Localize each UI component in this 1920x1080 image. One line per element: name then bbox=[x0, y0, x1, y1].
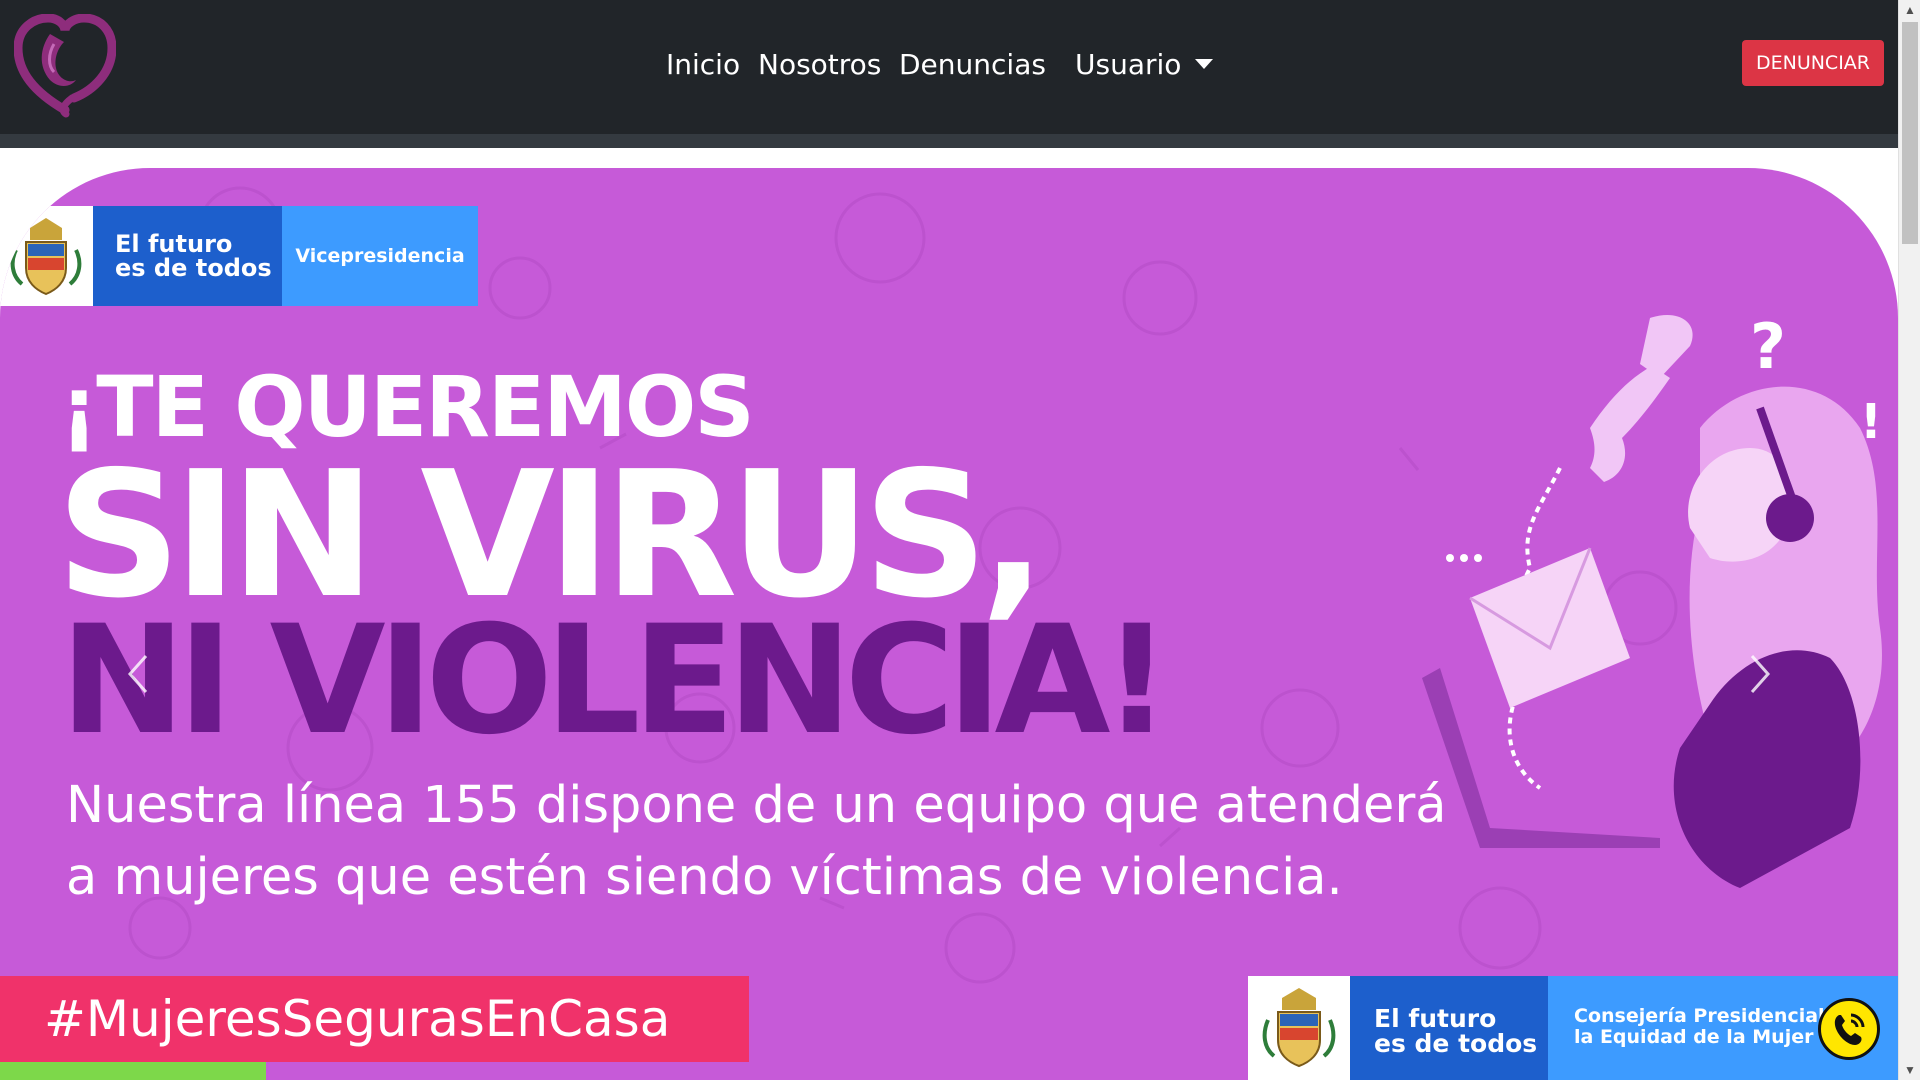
carousel-prev-chevron-icon[interactable] bbox=[116, 644, 166, 704]
page-scrollbar[interactable]: ▲ ▼ bbox=[1898, 0, 1920, 1080]
gov-top-slogan-line2: es de todos bbox=[115, 254, 272, 282]
gov-top-vicepresidencia: Vicepresidencia bbox=[282, 206, 478, 306]
scroll-thumb[interactable] bbox=[1902, 22, 1918, 244]
denunciar-button[interactable]: DENUNCIAR bbox=[1742, 40, 1884, 86]
nav-inicio[interactable]: Inicio bbox=[666, 40, 740, 90]
caret-down-icon bbox=[1195, 59, 1214, 69]
hashtag-banner: #MujeresSegurasEnCasa bbox=[0, 976, 749, 1062]
woman-operator-illustration: ? ! bbox=[1422, 310, 1882, 888]
nav-usuario-label: Usuario bbox=[1075, 48, 1182, 81]
headline-ni-violencia: NI VIOLENCIA! bbox=[60, 594, 1171, 768]
hero-carousel-slide: El futuro es de todos Vicepresidencia ¡T… bbox=[0, 168, 1898, 1080]
gov-top-slogan: El futuro es de todos bbox=[93, 206, 282, 306]
colombia-shield-icon bbox=[1248, 976, 1350, 1080]
nav-links: Inicio Nosotros Denuncias Usuario bbox=[0, 40, 1898, 90]
gov-bottom-logo: El futuro es de todos Consejería Preside… bbox=[1248, 976, 1898, 1080]
scroll-down-arrow-icon[interactable]: ▼ bbox=[1899, 1060, 1920, 1080]
gov-bottom-slogan-line1: El futuro bbox=[1374, 1004, 1497, 1033]
carousel-next-chevron-icon[interactable] bbox=[1732, 644, 1782, 704]
svg-text:?: ? bbox=[1750, 310, 1786, 383]
gov-bottom-slogan-line2: es de todos bbox=[1374, 1029, 1538, 1058]
navbar-divider bbox=[0, 134, 1898, 148]
green-label-tab bbox=[0, 1062, 266, 1080]
phone-call-icon[interactable] bbox=[1818, 998, 1880, 1060]
nav-nosotros[interactable]: Nosotros bbox=[758, 40, 881, 90]
gov-top-slogan-line1: El futuro bbox=[115, 230, 233, 258]
gov-bottom-slogan: El futuro es de todos bbox=[1350, 976, 1548, 1080]
gov-top-logo: El futuro es de todos Vicepresidencia bbox=[0, 206, 478, 306]
scroll-up-arrow-icon[interactable]: ▲ bbox=[1899, 0, 1920, 20]
top-navbar: Inicio Nosotros Denuncias Usuario DENUNC… bbox=[0, 0, 1898, 134]
colombia-shield-icon bbox=[0, 206, 93, 306]
nav-denuncias[interactable]: Denuncias bbox=[899, 40, 1046, 90]
nav-usuario-dropdown[interactable]: Usuario bbox=[1075, 40, 1214, 90]
